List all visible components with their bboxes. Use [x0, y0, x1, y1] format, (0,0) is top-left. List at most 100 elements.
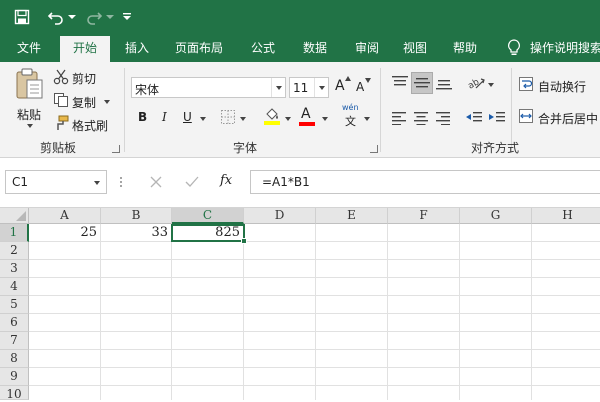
column-header-d[interactable]: D [244, 208, 316, 224]
wrap-text-button[interactable]: 自动换行 [538, 78, 586, 95]
orientation-dropdown-icon[interactable] [488, 83, 494, 87]
undo-icon[interactable] [46, 7, 66, 27]
redo-dropdown-icon[interactable] [105, 7, 115, 27]
gridline [29, 367, 600, 368]
column-header-f[interactable]: F [388, 208, 460, 224]
save-icon[interactable] [12, 7, 32, 27]
row-header-10[interactable]: 10 [0, 386, 29, 401]
increase-indent-icon[interactable] [488, 111, 506, 125]
cell-a1[interactable]: 25 [29, 224, 100, 241]
gridline [243, 224, 244, 400]
align-right-icon[interactable] [435, 111, 451, 125]
column-header-c[interactable]: C [172, 208, 244, 224]
decrease-font-size-button[interactable]: A [356, 80, 364, 94]
font-name-select[interactable]: 宋体 [131, 77, 286, 98]
bottom-align-icon[interactable] [435, 77, 453, 91]
enter-check-icon[interactable] [185, 175, 199, 189]
column-header-h[interactable]: H [532, 208, 600, 224]
tab-insert[interactable]: 插入 [114, 34, 160, 62]
merge-center-button[interactable]: 合并后居中 [538, 110, 598, 127]
copy-dropdown-icon[interactable] [104, 100, 110, 104]
column-header-g[interactable]: G [460, 208, 532, 224]
underline-button[interactable]: U [183, 110, 192, 124]
tab-review[interactable]: 审阅 [344, 34, 390, 62]
formula-input[interactable]: =A1*B1 [250, 170, 600, 194]
cancel-icon[interactable] [149, 175, 163, 189]
row-header-8[interactable]: 8 [0, 350, 29, 368]
font-size-select[interactable]: 11 [289, 77, 329, 98]
column-header-b[interactable]: B [101, 208, 172, 224]
tab-home[interactable]: 开始 [60, 36, 110, 62]
font-name-dropdown[interactable] [271, 78, 285, 97]
orientation-icon[interactable]: ab [466, 74, 486, 90]
tab-data[interactable]: 数据 [292, 34, 338, 62]
worksheet-grid[interactable]: A B C D E F G H 1 2 3 4 5 6 7 8 9 10 25 … [0, 208, 600, 401]
title-bar [0, 0, 600, 34]
decrease-indent-icon[interactable] [465, 111, 483, 125]
fill-color-dropdown-icon[interactable] [285, 117, 291, 121]
phonetic-dropdown-icon[interactable] [364, 117, 370, 121]
font-color-dropdown-icon[interactable] [322, 117, 328, 121]
formula-text: =A1*B1 [262, 175, 310, 189]
paste-icon[interactable] [15, 68, 45, 100]
row-header-4[interactable]: 4 [0, 278, 29, 296]
redo-icon[interactable] [84, 7, 104, 27]
tab-view[interactable]: 视图 [392, 34, 438, 62]
row-header-3[interactable]: 3 [0, 260, 29, 278]
caret-up-icon [345, 76, 351, 81]
font-color-button[interactable]: A [301, 106, 311, 122]
merge-center-icon[interactable] [518, 108, 534, 124]
lightbulb-icon[interactable] [504, 38, 524, 58]
paste-button[interactable]: 粘贴 [17, 106, 41, 123]
caret-down-icon [365, 78, 371, 83]
borders-dropdown-icon[interactable] [240, 117, 246, 121]
name-box[interactable]: C1 [5, 170, 107, 194]
bold-button[interactable]: B [138, 110, 147, 124]
copy-icon[interactable] [53, 92, 69, 108]
undo-dropdown-icon[interactable] [67, 7, 77, 27]
column-header-a[interactable]: A [29, 208, 101, 224]
tab-formulas[interactable]: 公式 [240, 34, 286, 62]
tell-me-search[interactable]: 操作说明搜索 [530, 34, 600, 62]
increase-font-size-button[interactable]: A [335, 78, 345, 94]
top-align-icon[interactable] [391, 75, 409, 89]
customize-toolbar-icon[interactable] [121, 7, 133, 27]
clipboard-launcher-icon[interactable] [112, 145, 120, 153]
insert-function-button[interactable]: fx [220, 173, 232, 188]
alignment-group-label: 对齐方式 [470, 141, 519, 155]
row-header-6[interactable]: 6 [0, 314, 29, 332]
row-header-2[interactable]: 2 [0, 242, 29, 260]
phonetic-guide-button[interactable]: 文 [345, 113, 356, 129]
font-size-dropdown[interactable] [314, 78, 328, 97]
name-box-dropdown-icon[interactable] [94, 181, 100, 185]
cut-icon[interactable] [53, 69, 69, 85]
row-header-7[interactable]: 7 [0, 332, 29, 350]
tab-page-layout[interactable]: 页面布局 [166, 34, 232, 62]
select-all-corner[interactable] [0, 208, 29, 224]
more-options-icon[interactable] [119, 176, 123, 188]
group-divider [380, 68, 381, 152]
row-header-5[interactable]: 5 [0, 296, 29, 314]
wrap-text-icon[interactable] [518, 76, 534, 92]
font-launcher-icon[interactable] [370, 145, 378, 153]
align-left-icon[interactable] [391, 111, 407, 125]
name-box-value: C1 [12, 175, 29, 189]
underline-dropdown-icon[interactable] [200, 117, 206, 121]
fill-handle[interactable] [241, 238, 247, 244]
format-painter-icon[interactable] [53, 115, 69, 131]
row-header-9[interactable]: 9 [0, 368, 29, 386]
row-header-1[interactable]: 1 [0, 224, 29, 242]
italic-button[interactable]: I [162, 110, 167, 124]
phonetic-guide-top[interactable]: wén [342, 103, 359, 112]
column-header-e[interactable]: E [316, 208, 388, 224]
copy-button[interactable]: 复制 [72, 94, 96, 111]
fill-color-icon[interactable] [263, 106, 281, 126]
paste-dropdown-icon[interactable] [27, 124, 33, 128]
align-center-icon[interactable] [413, 111, 429, 125]
tab-file[interactable]: 文件 [6, 34, 52, 62]
tab-help[interactable]: 帮助 [442, 34, 488, 62]
borders-icon[interactable] [220, 109, 236, 125]
cell-b1[interactable]: 33 [101, 224, 171, 241]
cut-button[interactable]: 剪切 [72, 70, 96, 87]
format-painter-button[interactable]: 格式刷 [72, 117, 108, 134]
